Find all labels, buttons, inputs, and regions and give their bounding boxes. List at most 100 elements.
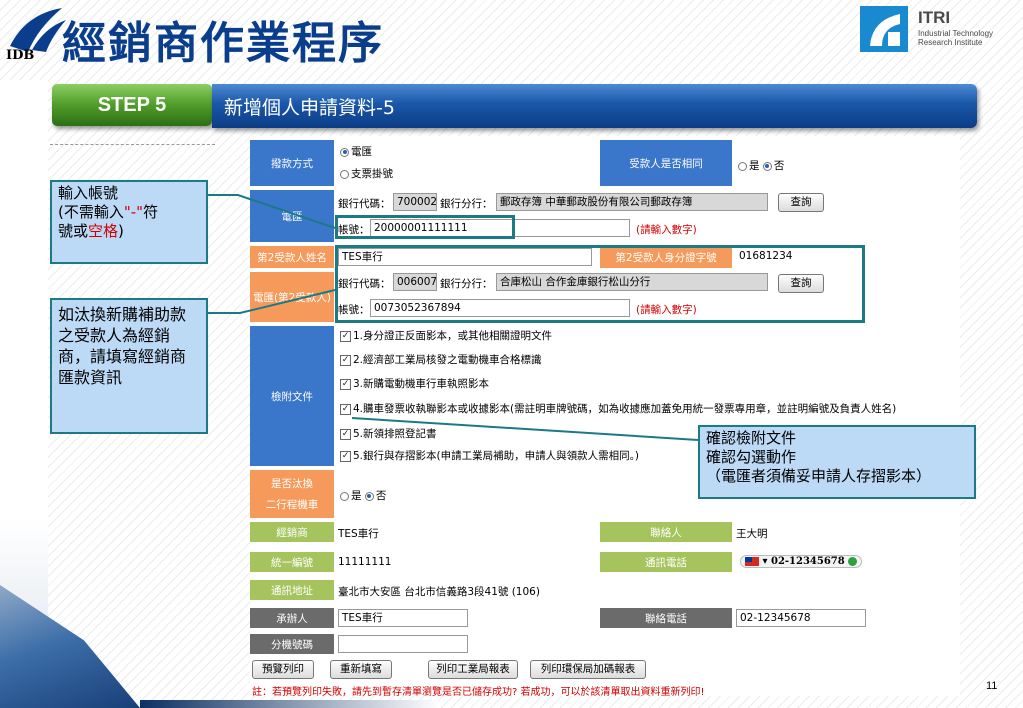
step-title: 新增個人申請資料-5	[212, 84, 977, 128]
checkbox-4[interactable]: ✓	[340, 403, 351, 415]
bank-code-label: 銀行代碼：	[338, 198, 391, 210]
radio-check[interactable]	[340, 169, 349, 179]
tax-id-label: 統一編號	[250, 552, 334, 572]
replace-label-line1: 是否汰換	[271, 478, 313, 490]
attachment-item-4[interactable]: ✓ 4.購車發票收執聯影本或收據影本(需註明車牌號碼，如為收據應加蓋免用統一發票專…	[340, 401, 896, 416]
payment-option-wire-label: 電匯	[351, 146, 372, 158]
contact-label: 聯絡人	[600, 522, 732, 542]
same-payee-label: 受款人是否相同	[600, 140, 732, 186]
handler-phone-input[interactable]: 02-12345678	[736, 609, 866, 627]
payee2-callout: 如汰換新購補助款之受款人為經銷商，請填寫經銷商匯款資訊	[50, 298, 208, 434]
handler-label: 承辦人	[250, 608, 334, 628]
same-no-label: 否	[773, 160, 785, 172]
branch-input[interactable]: 郵政存簿 中華郵政股份有限公司郵政存簿	[496, 193, 768, 211]
replace-no-label: 否	[375, 490, 387, 502]
phone-number: 02-12345678	[770, 556, 845, 567]
wire-label: 電匯	[250, 190, 334, 242]
phone-value: ▾ 02-12345678	[740, 555, 863, 568]
attachment-item-3[interactable]: ✓ 3.新購電動機車行車執照影本	[340, 376, 489, 391]
payee2-name-label: 第2受款人姓名	[250, 246, 334, 268]
account-callout-line2: (不需輸入"-"符	[58, 203, 200, 222]
handler-phone-label: 聯絡電話	[600, 608, 732, 628]
payment-option-check-label: 支票掛號	[351, 168, 393, 180]
attachments-callout-line3: （電匯者須備妥申請人存摺影本）	[706, 467, 932, 485]
checkbox-3[interactable]: ✓	[340, 378, 351, 390]
bank-code-input[interactable]: 7000021	[393, 193, 437, 211]
payment-option-check[interactable]: 支票掛號	[340, 166, 393, 181]
preview-print-button[interactable]: 預覽列印	[252, 660, 314, 679]
checkbox-6[interactable]: ✓	[340, 450, 351, 462]
checkbox-2[interactable]: ✓	[340, 354, 351, 366]
tax-id-value: 11111111	[338, 556, 392, 568]
attachment-item-2[interactable]: ✓ 2.經濟部工業局核發之電動機車合格標識	[340, 352, 542, 367]
phone-label: 通訊電話	[600, 552, 732, 572]
radio-wire[interactable]	[340, 147, 349, 157]
call-icon	[848, 557, 858, 566]
wire2-label: 電匯(第2受款人)	[250, 272, 334, 322]
radio-same-yes[interactable]	[738, 161, 747, 171]
idb-logo-text: IDB	[6, 48, 35, 63]
attachment-text-5: 5.新領排照登記書	[353, 428, 437, 440]
attachment-item-1[interactable]: ✓ 1.身分證正反面影本，或其他相關證明文件	[340, 328, 552, 343]
account-callout-space: 空格	[88, 222, 119, 240]
attachments-callout-line1: 確認檢附文件	[706, 429, 797, 447]
account-callout-line1: 輸入帳號	[58, 184, 119, 202]
step-badge: STEP 5	[52, 84, 212, 126]
attachment-text-6: 5.銀行與存摺影本(申請工業局補助，申請人與領款人需相同。)	[353, 450, 639, 462]
attachments-label: 檢附文件	[250, 326, 334, 466]
attachments-callout: 確認檢附文件 確認勾選動作 （電匯者須備妥申請人存摺影本）	[698, 425, 976, 499]
print-epa-report-button[interactable]: 列印環保局加碼報表	[530, 660, 646, 679]
contact-value: 王大明	[736, 528, 768, 540]
radio-replace-no[interactable]	[364, 491, 374, 501]
account-callout-text-c: 號或	[58, 222, 89, 240]
print-note: 註：若預覽列印失敗，請先到暫存清單瀏覽是否已儲存成功? 若成功，可以於該清單取出…	[252, 687, 705, 698]
side-menu-fragment	[50, 130, 225, 160]
account-highlight-box	[335, 215, 515, 239]
address-value: 臺北市大安區 台北市信義路3段41號 (106)	[338, 586, 540, 598]
same-yes-label: 是	[749, 160, 760, 172]
query-button[interactable]: 查詢	[778, 193, 824, 212]
digits-hint: (請輸入數字)	[636, 224, 697, 236]
account-callout-text-a: (不需輸入	[58, 203, 124, 221]
attachment-text-4: 4.購車發票收執聯影本或收據影本(需註明車牌號碼，如為收據應加蓋免用統一發票專用…	[353, 403, 897, 415]
handler-input[interactable]: TES車行	[338, 609, 468, 627]
dealer-value: TES車行	[338, 528, 379, 540]
itri-logo-subtitle: Industrial Technology Research Institute	[918, 29, 994, 47]
attachment-item-6[interactable]: ✓ 5.銀行與存摺影本(申請工業局補助，申請人與領款人需相同。)	[340, 448, 639, 463]
replace-options: 是 否	[340, 488, 386, 503]
branch-code-label: 分機號碼	[250, 634, 334, 654]
attachment-item-5[interactable]: ✓ 5.新領排照登記書	[340, 426, 437, 441]
account-callout: 輸入帳號 (不需輸入"-"符 號或空格)	[50, 180, 208, 264]
address-label: 通訊地址	[250, 580, 334, 600]
account-callout-line3: 號或空格)	[58, 222, 200, 241]
account-callout-text-d: )	[118, 222, 124, 240]
bottom-decor-line	[140, 700, 440, 708]
replace-yes-label: 是	[351, 490, 362, 502]
page-title: 經銷商作業程序	[62, 18, 384, 69]
branch-code-input[interactable]	[338, 635, 468, 653]
attachment-text-3: 3.新購電動機車行車執照影本	[353, 378, 490, 390]
print-industry-report-button[interactable]: 列印工業局報表	[428, 660, 518, 679]
account-callout-text-b: 符	[143, 203, 159, 221]
itri-logo-name: ITRI	[918, 8, 951, 27]
menu-divider	[50, 144, 215, 145]
attachments-callout-line2: 確認勾選動作	[706, 448, 797, 466]
phone-widget[interactable]: ▾ 02-12345678	[740, 555, 863, 568]
reset-button[interactable]: 重新填寫	[330, 660, 392, 679]
payment-method-label: 撥款方式	[250, 140, 334, 186]
dealer-label: 經銷商	[250, 522, 334, 542]
payee2-highlight-box	[335, 245, 865, 323]
radio-replace-yes[interactable]	[340, 491, 349, 501]
replace-label: 是否汰換 二行程機車	[250, 470, 334, 518]
checkbox-5[interactable]: ✓	[340, 428, 351, 440]
replace-label-line2: 二行程機車	[265, 499, 319, 511]
attachment-text-1: 1.身分證正反面影本，或其他相關證明文件	[353, 330, 553, 342]
attachment-text-2: 2.經濟部工業局核發之電動機車合格標識	[353, 354, 542, 366]
idb-logo-icon	[10, 8, 66, 52]
same-payee-options: 是 否	[738, 158, 784, 173]
payment-option-wire[interactable]: 電匯	[340, 144, 372, 159]
checkbox-1[interactable]: ✓	[340, 330, 351, 342]
account-callout-dash: "-"	[123, 203, 144, 221]
radio-same-no[interactable]	[762, 161, 772, 171]
page-number: 11	[986, 680, 998, 692]
